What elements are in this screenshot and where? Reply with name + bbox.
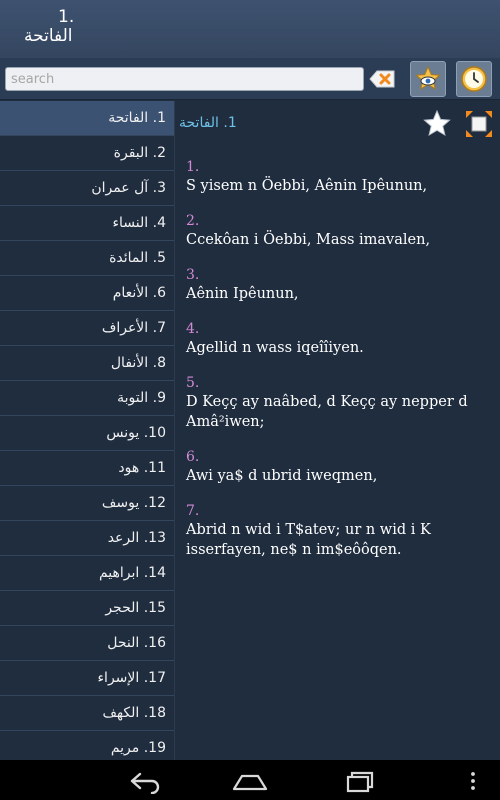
app-window: 1. الفاتحة 1. الفاتحة — [0, 0, 500, 760]
content-title: 1. الفاتحة — [179, 115, 237, 131]
verse-item: 2. Ccekôan i Öebbi, Mass imavalen, — [186, 213, 491, 250]
list-item[interactable]: 2. البقرة — [0, 136, 174, 171]
title-bar: 1. الفاتحة — [0, 0, 500, 58]
list-item[interactable]: 13. الرعد — [0, 521, 174, 556]
verse-list: 1. S yisem n Öebbi, Aênin Ipêunun, 2. Cc… — [186, 159, 491, 577]
system-navigation-bar — [0, 760, 500, 800]
verse-text: Awi ya$ d ubrid iweqmen, — [186, 468, 378, 484]
list-item[interactable]: 10. يونس — [0, 416, 174, 451]
list-item[interactable]: 5. المائدة — [0, 241, 174, 276]
overflow-menu-icon — [471, 772, 475, 790]
list-item[interactable]: 6. الأنعام — [0, 276, 174, 311]
clear-search-button[interactable] — [368, 68, 396, 90]
verse-text: Aênin Ipêunun, — [186, 286, 299, 302]
history-button[interactable] — [456, 61, 492, 97]
verse-number: 2. — [186, 213, 200, 229]
list-item[interactable]: 3. آل عمران — [0, 171, 174, 206]
verse-text: Abrid n wid i T$atev; ur n wid i K isser… — [186, 522, 431, 558]
home-icon — [232, 774, 268, 791]
favorites-eye-icon — [415, 65, 441, 90]
list-item[interactable]: 15. الحجر — [0, 591, 174, 626]
back-button[interactable] — [122, 768, 166, 795]
recent-apps-button[interactable] — [336, 768, 380, 794]
search-input[interactable] — [5, 67, 364, 91]
fullscreen-button[interactable] — [464, 109, 494, 139]
verse-item: 1. S yisem n Öebbi, Aênin Ipêunun, — [186, 159, 491, 196]
verse-pane: 1. الفاتحة 1. S yisem n Öebbi, Aênin Ipê… — [176, 101, 500, 760]
star-icon — [423, 109, 451, 137]
fullscreen-icon — [466, 111, 492, 137]
list-item[interactable]: 8. الأنفال — [0, 346, 174, 381]
toolbar — [0, 58, 500, 100]
bookmark-button[interactable] — [422, 109, 452, 139]
verse-item: 4. Agellid n wass iqeîîiyen. — [186, 321, 491, 358]
verse-item: 6. Awi ya$ d ubrid iweqmen, — [186, 449, 491, 486]
header-surah-number: 1. — [58, 7, 75, 27]
recent-apps-icon — [346, 771, 374, 793]
verse-text: Agellid n wass iqeîîiyen. — [186, 340, 364, 356]
verse-text: D Keçç ay naâbed, d Keçç ay nepper d Amâ… — [186, 394, 468, 430]
verse-item: 3. Aênin Ipêunun, — [186, 267, 491, 304]
list-item[interactable]: 9. التوبة — [0, 381, 174, 416]
surah-list: 1. الفاتحة 2. البقرة 3. آل عمران 4. النس… — [0, 101, 175, 760]
list-item[interactable]: 19. مريم — [0, 731, 174, 760]
favorites-view-button[interactable] — [410, 61, 446, 97]
list-item[interactable]: 18. الكهف — [0, 696, 174, 731]
list-item[interactable]: 16. النحل — [0, 626, 174, 661]
list-item[interactable]: 4. النساء — [0, 206, 174, 241]
verse-text: S yisem n Öebbi, Aênin Ipêunun, — [186, 178, 428, 194]
back-icon — [130, 772, 160, 795]
home-button[interactable] — [228, 768, 272, 794]
list-item[interactable]: 17. الإسراء — [0, 661, 174, 696]
list-item[interactable]: 11. هود — [0, 451, 174, 486]
verse-item: 7. Abrid n wid i T$atev; ur n wid i K is… — [186, 503, 491, 560]
header-surah-title: الفاتحة — [24, 26, 73, 46]
list-item[interactable]: 12. يوسف — [0, 486, 174, 521]
verse-item: 5. D Keçç ay naâbed, d Keçç ay nepper d … — [186, 375, 491, 432]
verse-number: 3. — [186, 267, 200, 283]
verse-number: 6. — [186, 449, 200, 465]
verse-number: 1. — [186, 159, 200, 175]
verse-number: 5. — [186, 375, 200, 391]
verse-number: 4. — [186, 321, 200, 337]
verse-text: Ccekôan i Öebbi, Mass imavalen, — [186, 232, 431, 248]
clock-icon — [461, 66, 487, 92]
list-item[interactable]: 7. الأعراف — [0, 311, 174, 346]
list-item[interactable]: 14. ابراهيم — [0, 556, 174, 591]
verse-number: 7. — [186, 503, 200, 519]
backspace-x-icon — [369, 70, 395, 88]
overflow-menu-button[interactable] — [458, 768, 488, 794]
list-item[interactable]: 1. الفاتحة — [0, 101, 174, 136]
